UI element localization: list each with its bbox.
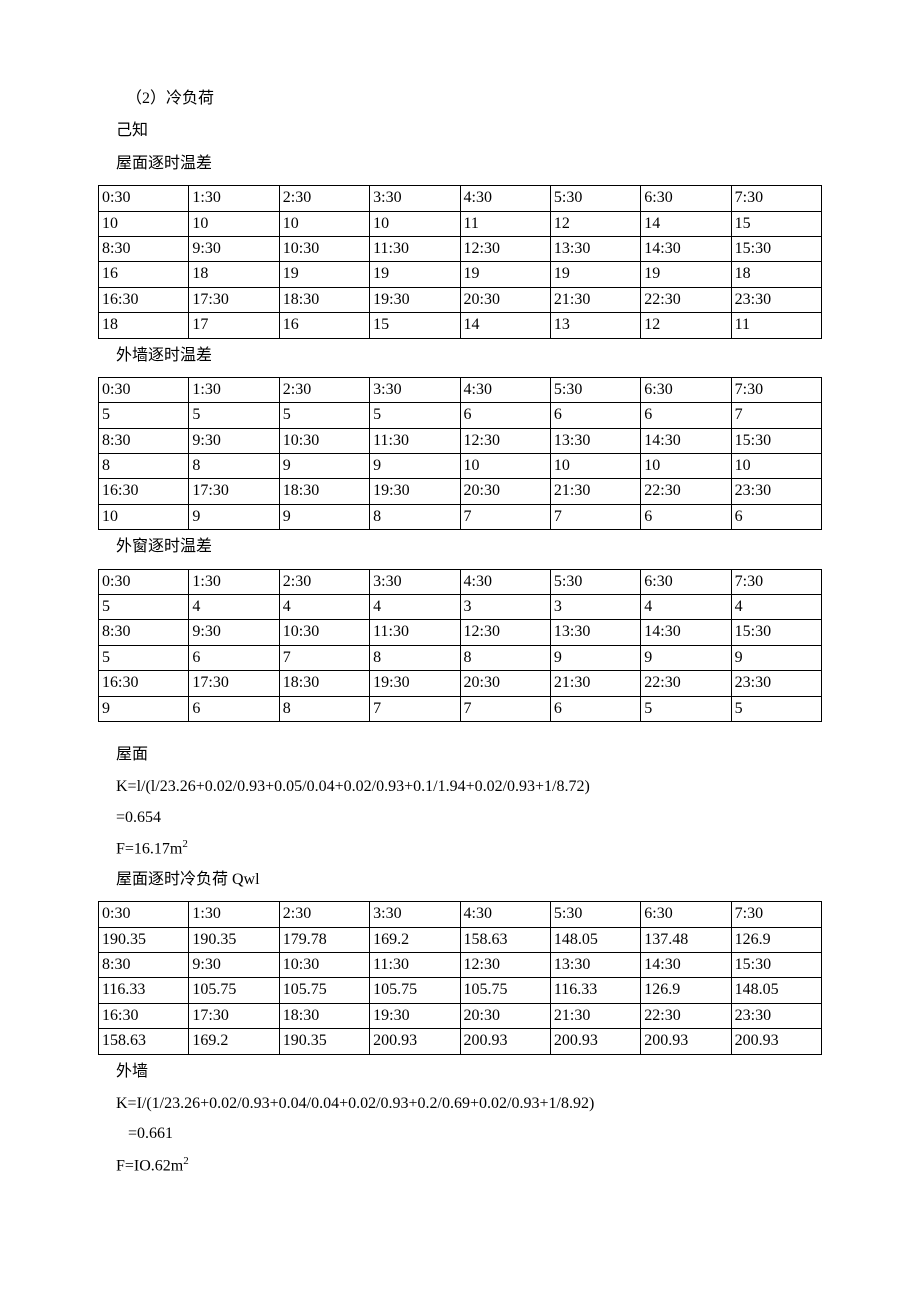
table-row: 0:301:302:303:304:305:306:307:30 [99,186,822,211]
table-row: 16:3017:3018:3019:3020:3021:3022:3023:30 [99,671,822,696]
table-row: 8:309:3010:3011:3012:3013:3014:3015:30 [99,953,822,978]
window-diff-title: 外窗逐时温差 [98,536,822,558]
roof-Qwl-table: 0:301:302:303:304:305:306:307:30 190.351… [98,901,822,1054]
roof-label: 屋面 [98,744,822,766]
table-row: 190.35190.35179.78169.2158.63148.05137.4… [99,927,822,952]
table-row: 96877655 [99,696,822,721]
table-row: 1010101011121415 [99,211,822,236]
table-row: 1618191919191918 [99,262,822,287]
table-row: 0:301:302:303:304:305:306:307:30 [99,377,822,402]
table-row: 16:3017:3018:3019:3020:3021:3022:3023:30 [99,287,822,312]
roof-diff-title: 屋面逐时温差 [98,153,822,175]
roof-K-result: =0.654 [98,807,822,829]
table-row: 55556667 [99,403,822,428]
table-row: 158.63169.2190.35200.93200.93200.93200.9… [99,1029,822,1054]
table-row: 56788999 [99,645,822,670]
window-diff-table: 0:301:302:303:304:305:306:307:30 5444334… [98,569,822,722]
wall-label: 外墙 [98,1061,822,1083]
table-row: 1817161514131211 [99,313,822,338]
table-row: 889910101010 [99,454,822,479]
table-row: 116.33105.75105.75105.75105.75116.33126.… [99,978,822,1003]
wall-K-result: =0.661 [98,1123,822,1145]
wall-diff-table: 0:301:302:303:304:305:306:307:30 5555666… [98,377,822,530]
wall-diff-title: 外墙逐时温差 [98,345,822,367]
table-row: 54443344 [99,595,822,620]
roof-F: F=16.17m2 [98,837,822,861]
table-row: 0:301:302:303:304:305:306:307:30 [99,902,822,927]
roof-Qwl-title: 屋面逐时冷负荷 Qwl [98,869,822,891]
table-row: 8:309:3010:3011:3012:3013:3014:3015:30 [99,236,822,261]
known-label: 己知 [98,120,822,142]
table-row: 0:301:302:303:304:305:306:307:30 [99,569,822,594]
table-row: 8:309:3010:3011:3012:3013:3014:3015:30 [99,428,822,453]
wall-K-formula: K=I/(1/23.26+0.02/0.93+0.04/0.04+0.02/0.… [98,1093,822,1115]
section-heading: （2）冷负荷 [98,88,822,110]
table-row: 16:3017:3018:3019:3020:3021:3022:3023:30 [99,479,822,504]
roof-K-formula: K=l/(l/23.26+0.02/0.93+0.05/0.04+0.02/0.… [98,776,822,798]
roof-diff-table: 0:301:302:303:304:305:306:307:30 1010101… [98,185,822,338]
table-row: 16:3017:3018:3019:3020:3021:3022:3023:30 [99,1003,822,1028]
table-row: 8:309:3010:3011:3012:3013:3014:3015:30 [99,620,822,645]
table-row: 109987766 [99,504,822,529]
wall-F: F=IO.62m2 [98,1154,822,1178]
